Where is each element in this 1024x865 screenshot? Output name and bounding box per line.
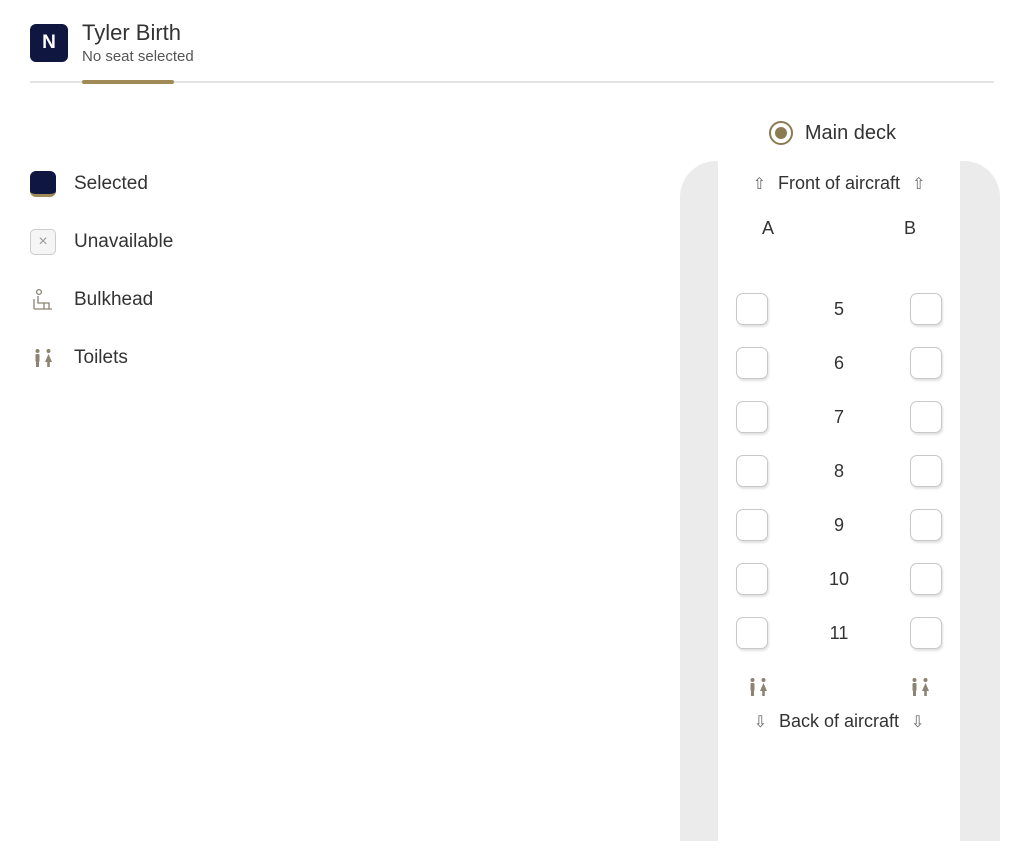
- seat-10b[interactable]: [910, 563, 942, 595]
- toilet-right-icon: [902, 677, 938, 697]
- row-number: 8: [819, 461, 859, 482]
- seat-row: 5: [736, 293, 942, 325]
- seat-10a[interactable]: [736, 563, 768, 595]
- deck-selector[interactable]: Main deck: [769, 121, 896, 145]
- legend-toilets-label: Toilets: [74, 347, 128, 369]
- seat-8a[interactable]: [736, 455, 768, 487]
- passenger-header: N Tyler Birth No seat selected: [30, 20, 994, 81]
- back-of-aircraft-label: ⇩ Back of aircraft ⇩: [718, 711, 960, 732]
- seat-11a[interactable]: [736, 617, 768, 649]
- seat-6a[interactable]: [736, 347, 768, 379]
- fuselage: ⇧ Front of aircraft ⇧ A B 5: [680, 161, 1000, 841]
- passenger-name: Tyler Birth: [82, 20, 194, 46]
- front-of-aircraft-label: ⇧ Front of aircraft ⇧: [718, 173, 960, 194]
- seat-row: 11: [736, 617, 942, 649]
- seat-row: 7: [736, 401, 942, 433]
- seat-row: 6: [736, 347, 942, 379]
- seat-row: 10: [736, 563, 942, 595]
- seat-7b[interactable]: [910, 401, 942, 433]
- arrow-up-icon: ⇧: [912, 174, 925, 194]
- selected-icon: [30, 171, 56, 197]
- seat-9a[interactable]: [736, 509, 768, 541]
- column-b-header: B: [880, 218, 940, 239]
- legend-unavailable: × Unavailable: [30, 229, 430, 255]
- toilets-icon: [30, 345, 56, 371]
- deck-label: Main deck: [805, 122, 896, 145]
- seat-rows: 5 6 7: [718, 239, 960, 649]
- arrow-up-icon: ⇧: [753, 174, 766, 194]
- avatar: N: [30, 24, 68, 62]
- seat-row: 8: [736, 455, 942, 487]
- seat-5a[interactable]: [736, 293, 768, 325]
- row-number: 7: [819, 407, 859, 428]
- row-number: 5: [819, 299, 859, 320]
- cabin: ⇧ Front of aircraft ⇧ A B 5: [718, 161, 960, 841]
- seat-row: 9: [736, 509, 942, 541]
- passenger-seat-status: No seat selected: [82, 48, 194, 65]
- seat-6b[interactable]: [910, 347, 942, 379]
- front-label-text: Front of aircraft: [778, 173, 900, 194]
- bulkhead-icon: [30, 287, 56, 313]
- seat-8b[interactable]: [910, 455, 942, 487]
- row-number: 6: [819, 353, 859, 374]
- active-tab-marker: [82, 80, 174, 84]
- row-number: 11: [819, 623, 859, 644]
- column-a-header: A: [738, 218, 798, 239]
- facilities-row: [718, 671, 960, 697]
- arrow-down-icon: ⇩: [911, 712, 924, 732]
- row-number: 10: [819, 569, 859, 590]
- legend-selected-label: Selected: [74, 173, 148, 195]
- radio-icon[interactable]: [769, 121, 793, 145]
- legend-toilets: Toilets: [30, 345, 430, 371]
- column-header-row: A B: [718, 194, 960, 239]
- legend-unavailable-label: Unavailable: [74, 231, 173, 253]
- legend-selected: Selected: [30, 171, 430, 197]
- seat-11b[interactable]: [910, 617, 942, 649]
- seat-9b[interactable]: [910, 509, 942, 541]
- toilet-left-icon: [740, 677, 776, 697]
- legend-bulkhead-label: Bulkhead: [74, 289, 153, 311]
- seat-5b[interactable]: [910, 293, 942, 325]
- legend: Selected × Unavailable Bulkhead: [30, 83, 430, 843]
- arrow-down-icon: ⇩: [754, 712, 767, 732]
- seat-7a[interactable]: [736, 401, 768, 433]
- unavailable-icon: ×: [30, 229, 56, 255]
- back-label-text: Back of aircraft: [779, 711, 899, 732]
- legend-bulkhead: Bulkhead: [30, 287, 430, 313]
- row-number: 9: [819, 515, 859, 536]
